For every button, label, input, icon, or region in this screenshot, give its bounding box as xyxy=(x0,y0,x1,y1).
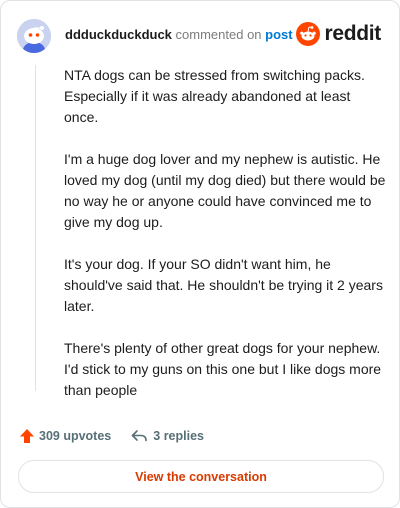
comment-paragraph: I'm a huge dog lover and my nephew is au… xyxy=(64,151,386,230)
comment-footer: 309 upvotes 3 replies xyxy=(19,425,204,447)
reddit-logo[interactable]: reddit xyxy=(296,17,381,51)
comment-body: NTA dogs can be stressed from switching … xyxy=(64,65,386,422)
view-conversation-button[interactable]: View the conversation xyxy=(18,460,384,493)
brand-wordmark: reddit xyxy=(324,22,381,45)
comment-paragraph: There's plenty of other great dogs for y… xyxy=(64,340,382,398)
comment-header: ddduckduckduck commented on post reddit xyxy=(17,19,383,53)
reply-arrow-icon xyxy=(131,430,148,442)
upvote-button[interactable]: 309 upvotes xyxy=(19,428,111,444)
snoo-avatar-icon xyxy=(17,19,51,53)
comment-card: ddduckduckduck commented on post reddit … xyxy=(0,0,400,508)
post-link[interactable]: post xyxy=(265,27,292,42)
action-text: commented on xyxy=(175,27,262,42)
comment-meta: ddduckduckduck commented on post xyxy=(65,27,293,42)
upvote-arrow-icon xyxy=(20,429,34,443)
user-avatar[interactable] xyxy=(17,19,51,53)
comment-paragraph: It's your dog. If your SO didn't want hi… xyxy=(64,256,383,314)
thread-line[interactable] xyxy=(35,65,36,391)
replies-button[interactable]: 3 replies xyxy=(131,429,204,443)
comment-paragraph: NTA dogs can be stressed from switching … xyxy=(64,67,365,125)
reply-count: 3 replies xyxy=(153,429,204,443)
reddit-alien-icon xyxy=(296,22,321,46)
username-link[interactable]: ddduckduckduck xyxy=(65,27,172,42)
upvote-count: 309 upvotes xyxy=(39,429,112,443)
